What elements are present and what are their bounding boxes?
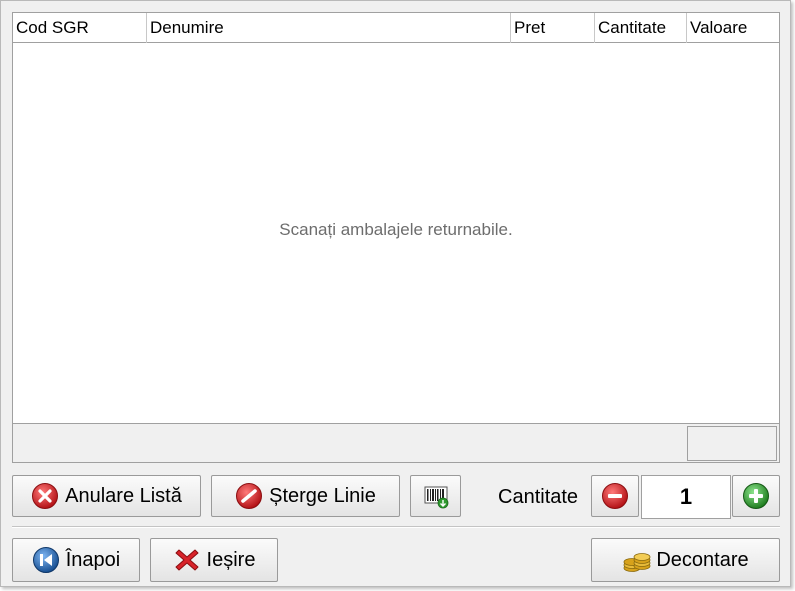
decrease-quantity-button[interactable] [591, 475, 639, 517]
red-x-circle-icon [31, 482, 59, 510]
exit-button[interactable]: Ieșire [150, 538, 278, 582]
no-entry-icon [235, 482, 263, 510]
settle-button[interactable]: Decontare [591, 538, 780, 582]
increase-quantity-button[interactable] [732, 475, 780, 517]
back-arrow-icon [32, 546, 60, 574]
barcode-scan-button[interactable] [410, 475, 461, 517]
column-header-valoare[interactable]: Valoare [687, 13, 779, 43]
column-header-denumire[interactable]: Denumire [147, 13, 511, 43]
grid-header: Cod SGR Denumire Pret Cantitate Valoare [13, 13, 779, 43]
empty-grid-message: Scanați ambalajele returnabile. [279, 220, 513, 239]
quantity-label: Cantitate [498, 486, 579, 508]
delete-line-label: Șterge Linie [269, 484, 376, 507]
barcode-scan-icon [422, 482, 450, 510]
actions-separator [12, 526, 780, 528]
plus-circle-icon [742, 482, 770, 510]
exit-label: Ieșire [206, 548, 256, 571]
column-header-cod-sgr[interactable]: Cod SGR [13, 13, 147, 43]
back-button[interactable]: Înapoi [12, 538, 140, 582]
quantity-field[interactable]: 1 [641, 475, 731, 519]
grid-body[interactable]: Scanați ambalajele returnabile. [13, 44, 779, 422]
cancel-list-label: Anulare Listă [65, 484, 182, 507]
cancel-list-button[interactable]: Anulare Listă [12, 475, 201, 517]
back-label: Înapoi [65, 548, 121, 571]
footer-total-cell [687, 426, 777, 461]
minus-circle-icon [601, 482, 629, 510]
red-x-icon [173, 546, 201, 574]
coins-icon [622, 546, 651, 574]
grid-footer [13, 423, 779, 462]
column-header-cantitate[interactable]: Cantitate [595, 13, 687, 43]
items-grid[interactable]: Cod SGR Denumire Pret Cantitate Valoare … [12, 12, 780, 463]
delete-line-button[interactable]: Șterge Linie [211, 475, 400, 517]
column-header-pret[interactable]: Pret [511, 13, 595, 43]
settle-label: Decontare [656, 548, 749, 571]
sgr-return-window: Cod SGR Denumire Pret Cantitate Valoare … [0, 0, 791, 587]
